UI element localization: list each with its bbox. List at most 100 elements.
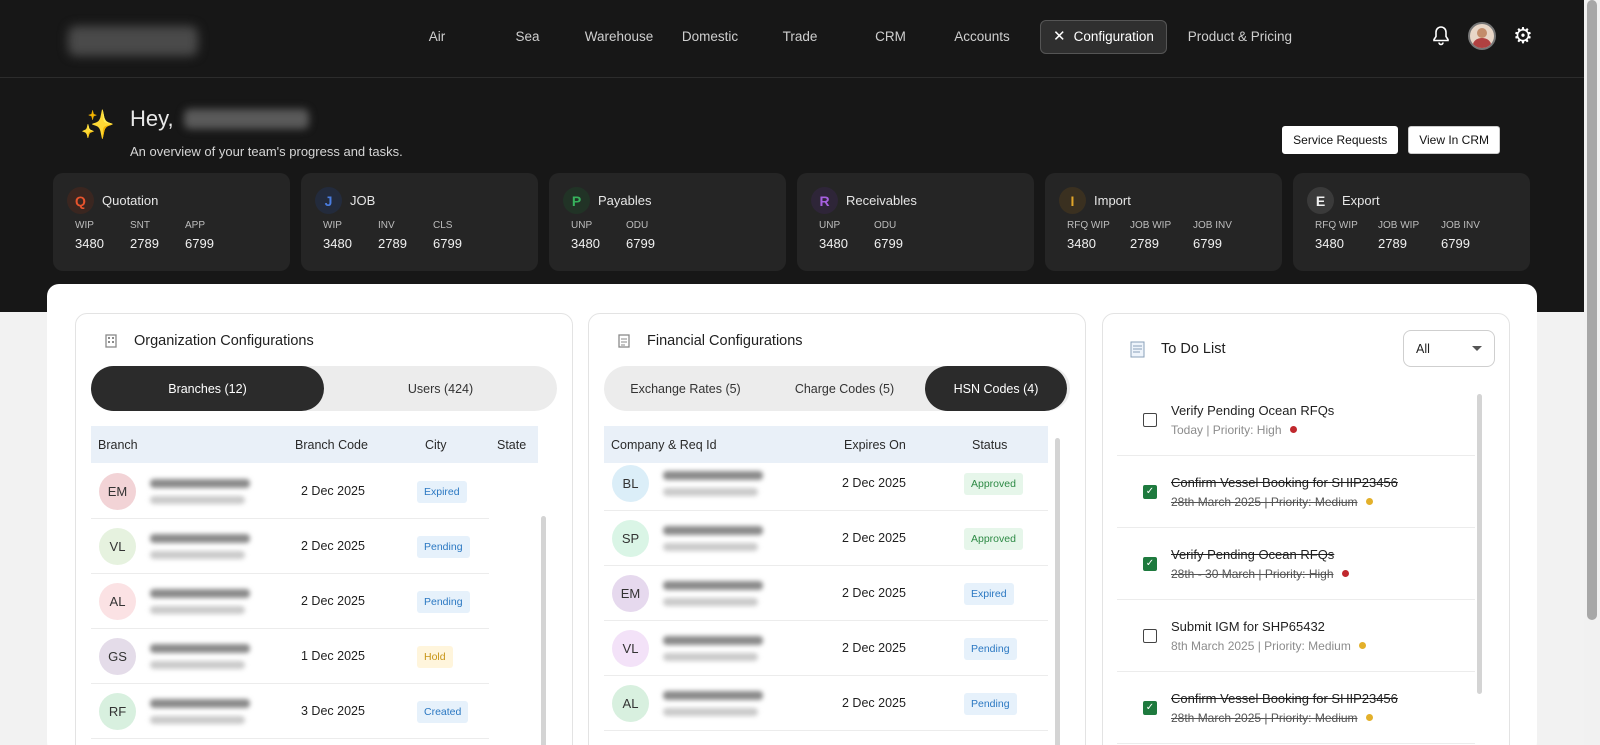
tab-users[interactable]: Users (424) [324,366,557,411]
gear-icon[interactable]: ⚙ [1510,23,1536,49]
col-status[interactable]: Status [954,438,1048,452]
table-row[interactable]: VL 2 Dec 2025 Pending [604,621,1048,676]
nav-accounts[interactable]: Accounts [944,20,1020,54]
nav-configuration[interactable]: ✕ Configuration [1040,20,1167,54]
company-name-redacted [663,635,763,661]
todo-item-meta: 28th March 2025 | Priority: Medium [1171,495,1398,509]
stat-card[interactable]: Q Quotation WIP 3480 SNT 2789 APP 6799 [53,173,290,271]
fin-tabs: Exchange Rates (5) Charge Codes (5) HSN … [604,366,1070,411]
nav-product-pricing[interactable]: Product & Pricing [1185,20,1295,54]
org-table-scrollbar[interactable] [541,516,546,745]
stat-metric: RFQ WIP 3480 [1315,220,1378,251]
table-row[interactable]: AL 2 Dec 2025 Pending [91,574,489,629]
user-avatar[interactable] [1468,22,1496,50]
org-table-header: Branch Branch Code City State [91,426,538,463]
todo-item[interactable]: Submit IGM for SHP65432 8th March 2025 |… [1117,600,1475,672]
bell-icon[interactable] [1428,23,1454,49]
stat-card[interactable]: P Payables UNP 3480 ODU 6799 [549,173,786,271]
branch-status-cell: Pending [403,591,489,613]
stat-card[interactable]: R Receivables UNP 3480 ODU 6799 [797,173,1034,271]
nav-sea[interactable]: Sea [474,20,581,54]
dashboard-header: Air Sea Warehouse Domestic Trade CRM Acc… [0,0,1584,312]
todo-item-title: Verify Pending Ocean RFQs [1171,546,1335,562]
metric-label: RFQ WIP [1067,220,1110,231]
todo-checkbox[interactable]: ✓ [1143,484,1157,499]
metric-label: WIP [75,220,94,231]
todo-item[interactable]: Verify Pending Ocean RFQs Today | Priori… [1117,384,1475,456]
table-row[interactable]: SP 2 Dec 2025 Approved [604,511,1048,566]
todo-item[interactable]: ✓ Confirm Vessel Booking for SHIP23456 2… [1117,672,1475,744]
greeting-title: Hey, [130,106,309,132]
col-city[interactable]: City [403,438,483,452]
fin-table-scrollbar[interactable] [1055,438,1060,745]
todo-scrollbar[interactable] [1477,394,1482,694]
nav-air[interactable]: Air [400,20,474,54]
brand-logo[interactable] [68,26,198,56]
todo-item-meta: 28th March 2025 | Priority: Medium [1171,711,1398,725]
metric-value: 2789 [378,236,407,251]
stat-metric: UNP 3480 [571,220,626,251]
table-row[interactable]: EM 2 Dec 2025 Expired [604,566,1048,621]
stat-card[interactable]: J JOB WIP 3480 INV 2789 CLS 6799 [301,173,538,271]
page-scrollbar[interactable] [1584,0,1600,745]
table-row[interactable]: EM 2 Dec 2025 Expired [91,464,489,519]
metric-label: UNP [571,220,593,231]
tab-hsn-codes[interactable]: HSN Codes (4) [925,366,1067,411]
tab-charge-codes[interactable]: Charge Codes (5) [767,366,922,411]
metric-value: 3480 [323,236,352,251]
todo-filter-select[interactable]: All [1403,330,1495,367]
col-company-req-id[interactable]: Company & Req Id [604,438,844,452]
todo-checkbox[interactable]: ✓ [1143,700,1157,715]
branch-status-cell: Created [403,701,489,723]
todo-item[interactable]: ✓ Verify Pending Ocean RFQs 28th - 30 Ma… [1117,528,1475,600]
todo-checkbox[interactable] [1143,628,1157,643]
stat-letter-badge: R [811,187,838,214]
stat-title: Payables [598,193,652,208]
page-scrollbar-thumb[interactable] [1587,0,1597,620]
company-cell: BL [604,464,832,502]
table-row[interactable]: VL 2 Dec 2025 Pending [91,519,489,574]
stat-title: Quotation [102,193,159,208]
table-row[interactable]: RF 3 Dec 2025 Created [91,684,489,739]
col-branch[interactable]: Branch [91,438,287,452]
service-requests-button[interactable]: Service Requests [1282,126,1399,154]
nav-warehouse[interactable]: Warehouse [581,20,657,54]
nav-crm[interactable]: CRM [837,20,944,54]
table-row[interactable]: BL 2 Dec 2025 Approved [604,456,1048,511]
todo-item[interactable]: ✓ Confirm Vessel Booking for SHIP23456 2… [1117,456,1475,528]
metric-value: 6799 [1193,236,1222,251]
view-in-crm-button[interactable]: View In CRM [1408,126,1500,154]
fin-panel-header: Financial Configurations [615,332,803,350]
stat-metric: INV 2789 [378,220,433,251]
metric-value: 6799 [185,236,214,251]
table-row[interactable]: GS 1 Dec 2025 Hold [91,629,489,684]
nav-domestic[interactable]: Domestic [657,20,763,54]
status-badge: Pending [964,693,1017,715]
tab-branches[interactable]: Branches (12) [91,366,324,411]
todo-checkbox[interactable]: ✓ [1143,556,1157,571]
expires-on-date: 2 Dec 2025 [842,586,906,600]
stat-card[interactable]: E Export RFQ WIP 3480 JOB WIP 2789 JOB I… [1293,173,1530,271]
company-name-redacted [663,690,763,716]
stat-metric: CLS 6799 [433,220,488,251]
stat-card[interactable]: I Import RFQ WIP 3480 JOB WIP 2789 JOB I… [1045,173,1282,271]
status-cell: Pending [952,638,1048,660]
nav-actions: ⚙ [1428,22,1536,50]
col-branch-code[interactable]: Branch Code [287,438,403,452]
status-badge: Created [417,701,469,723]
stat-metric: WIP 3480 [75,220,130,251]
todo-text: Verify Pending Ocean RFQs Today | Priori… [1171,403,1334,437]
priority-dot [1341,570,1349,577]
greeting-subtitle: An overview of your team's progress and … [130,144,403,159]
tab-exchange-rates[interactable]: Exchange Rates (5) [604,366,767,411]
nav-trade[interactable]: Trade [763,20,837,54]
table-row[interactable]: AL 2 Dec 2025 Pending [604,676,1048,731]
metric-label: UNP [819,220,841,231]
metric-label: JOB INV [1441,220,1480,231]
branch-name-redacted [150,698,250,724]
col-expires-on[interactable]: Expires On [844,438,954,452]
todo-checkbox[interactable] [1143,412,1157,427]
todo-item-subtitle: 8th March 2025 | Priority: Medium [1171,638,1351,653]
expires-on-date: 2 Dec 2025 [842,531,906,545]
col-state[interactable]: State [483,438,538,452]
